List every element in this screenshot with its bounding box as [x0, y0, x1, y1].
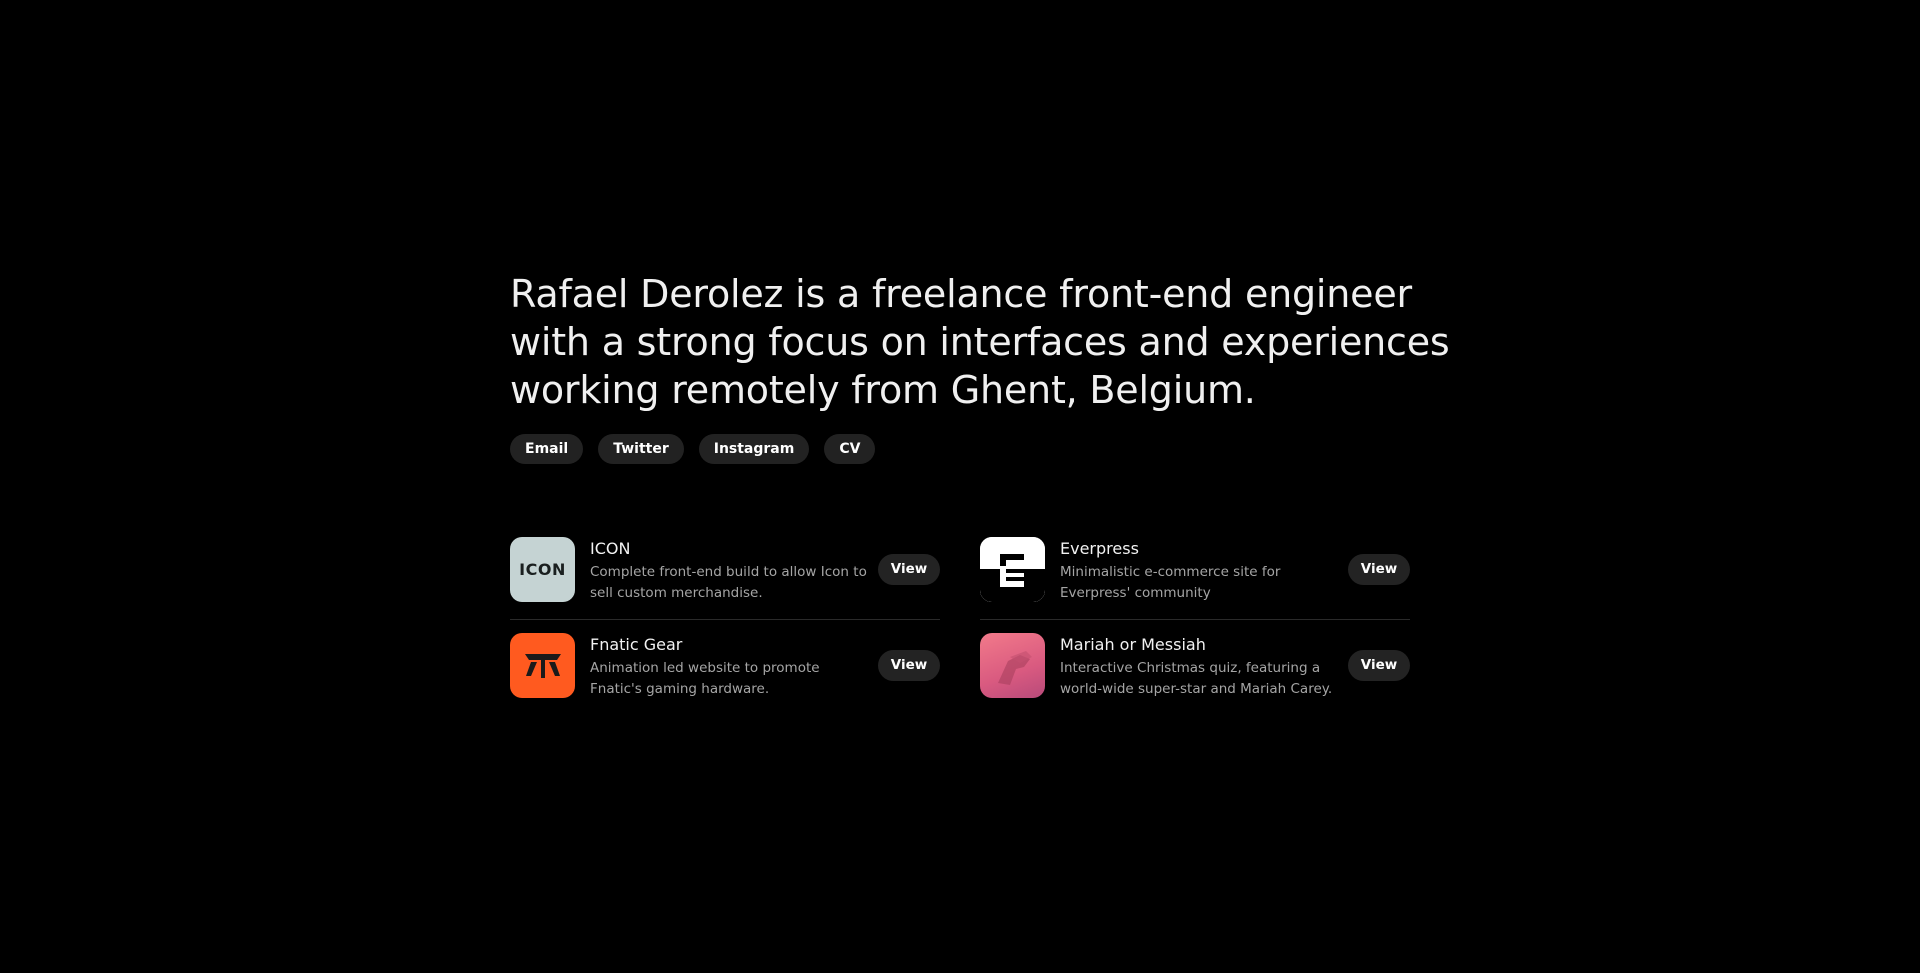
twitter-link[interactable]: Twitter: [598, 434, 684, 464]
project-description: Minimalistic e-commerce site for Everpre…: [1060, 564, 1281, 601]
fnatic-logo: [510, 633, 575, 698]
project-description: Animation led website to promote Fnatic'…: [590, 660, 820, 697]
icon-logo-text: ICON: [519, 560, 566, 579]
intro-heading: Rafael Derolez is a freelance front-end …: [510, 270, 1450, 414]
icon-logo: ICON: [510, 537, 575, 602]
project-name: Mariah or Messiah: [1060, 635, 1206, 654]
mariah-thumbnail: [980, 633, 1045, 698]
intro-line-2: with a strong focus on interfaces and ex…: [510, 320, 1450, 364]
project-mariah-or-messiah: Mariah or Messiah Interactive Christmas …: [980, 633, 1410, 699]
project-fnatic-gear: Fnatic Gear Animation led website to pro…: [510, 633, 940, 699]
view-button[interactable]: View: [1348, 554, 1410, 585]
main-content: Rafael Derolez is a freelance front-end …: [510, 270, 1450, 698]
everpress-logo: [980, 537, 1045, 602]
project-everpress: Everpress Minimalistic e-commerce site f…: [980, 537, 1410, 603]
instagram-link[interactable]: Instagram: [698, 434, 810, 464]
email-link[interactable]: Email: [510, 434, 584, 464]
project-description: Complete front-end build to allow Icon t…: [590, 564, 867, 601]
project-description: Interactive Christmas quiz, featuring a …: [1060, 660, 1333, 697]
divider: [510, 619, 940, 620]
intro-line-1: Rafael Derolez is a freelance front-end …: [510, 272, 1412, 316]
project-icon: ICON ICON Complete front-end build to al…: [510, 537, 940, 603]
view-button[interactable]: View: [878, 650, 940, 681]
view-button[interactable]: View: [1348, 650, 1410, 681]
intro-line-3: working remotely from Ghent, Belgium.: [510, 368, 1256, 412]
contact-links: Email Twitter Instagram CV: [510, 434, 1410, 464]
cv-link[interactable]: CV: [824, 434, 876, 464]
project-name: Fnatic Gear: [590, 635, 683, 654]
divider: [980, 619, 1410, 620]
project-name: ICON: [590, 539, 631, 558]
view-button[interactable]: View: [878, 554, 940, 585]
project-name: Everpress: [1060, 539, 1139, 558]
